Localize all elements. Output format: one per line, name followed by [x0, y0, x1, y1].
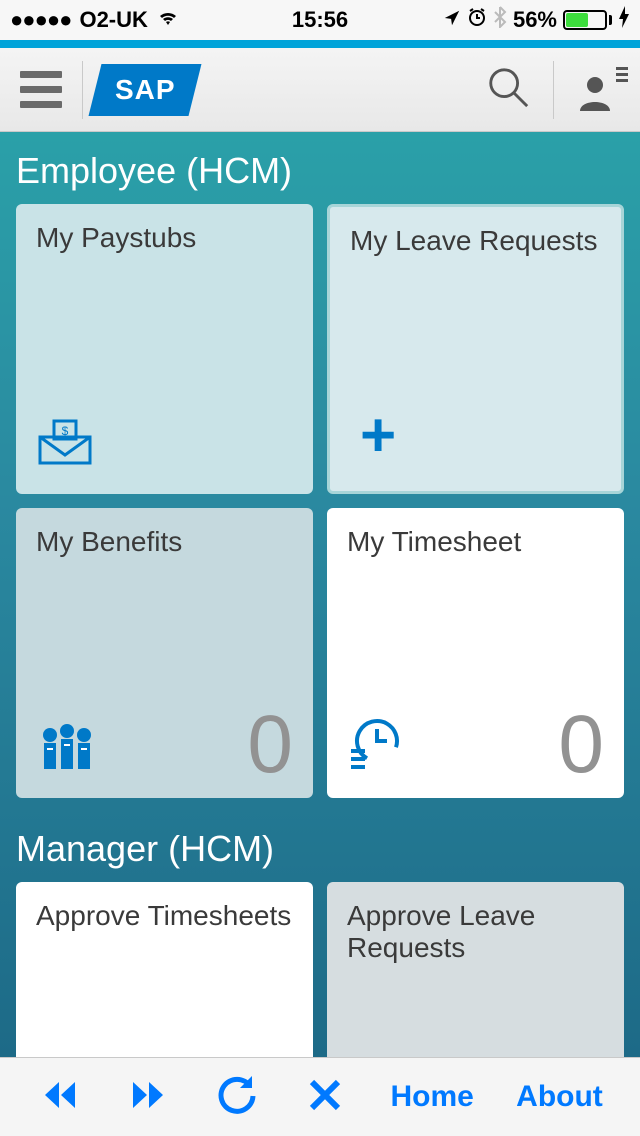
tile-title: My Benefits [36, 526, 293, 558]
accent-strip [0, 40, 640, 48]
content-area[interactable]: Employee (HCM) My Paystubs $ My Leave Re… [0, 132, 640, 1057]
timesheet-clock-icon [347, 717, 401, 776]
status-bar: ●●●●● O2-UK 15:56 56% [0, 0, 640, 40]
battery-icon [563, 10, 612, 30]
alarm-icon [467, 7, 487, 33]
tile-my-leave-requests[interactable]: My Leave Requests + [327, 204, 624, 494]
section-title-employee: Employee (HCM) [16, 150, 624, 192]
tile-title: My Leave Requests [350, 225, 601, 257]
user-menu-button[interactable] [553, 61, 628, 119]
tile-count: 0 [558, 698, 604, 792]
tile-title: Approve Timesheets [36, 900, 293, 932]
tile-approve-leave-requests[interactable]: Approve Leave Requests [327, 882, 624, 1057]
carrier-label: O2-UK [79, 7, 147, 33]
svg-text:$: $ [62, 424, 69, 438]
people-icon [36, 723, 98, 776]
forward-button[interactable] [125, 1072, 171, 1123]
home-button[interactable]: Home [390, 1080, 473, 1114]
search-button[interactable] [485, 64, 531, 115]
sap-logo[interactable]: SAP [89, 64, 202, 116]
wifi-icon [156, 7, 180, 33]
tile-my-timesheet[interactable]: My Timesheet 0 [327, 508, 624, 798]
bluetooth-icon [493, 6, 507, 34]
tile-my-paystubs[interactable]: My Paystubs $ [16, 204, 313, 494]
tile-title: My Paystubs [36, 222, 293, 254]
about-button[interactable]: About [516, 1080, 603, 1114]
battery-pct: 56% [513, 7, 557, 33]
divider [82, 61, 83, 119]
tile-approve-timesheets[interactable]: Approve Timesheets [16, 882, 313, 1057]
location-icon [443, 7, 461, 33]
section-title-manager: Manager (HCM) [16, 828, 624, 870]
clock: 15:56 [292, 7, 348, 33]
signal-dots-icon: ●●●●● [10, 7, 71, 33]
charging-icon [618, 6, 630, 34]
reload-button[interactable] [214, 1072, 260, 1123]
tile-my-benefits[interactable]: My Benefits 0 [16, 508, 313, 798]
back-button[interactable] [37, 1072, 83, 1123]
paystub-envelope-icon: $ [36, 415, 94, 472]
menu-button[interactable] [12, 71, 70, 108]
tile-count: 0 [247, 698, 293, 792]
tile-title: My Timesheet [347, 526, 604, 558]
tile-title: Approve Leave Requests [347, 900, 604, 964]
close-button[interactable] [302, 1072, 348, 1123]
app-header: SAP [0, 48, 640, 132]
browser-toolbar: Home About [0, 1057, 640, 1136]
plus-icon: + [360, 405, 396, 467]
